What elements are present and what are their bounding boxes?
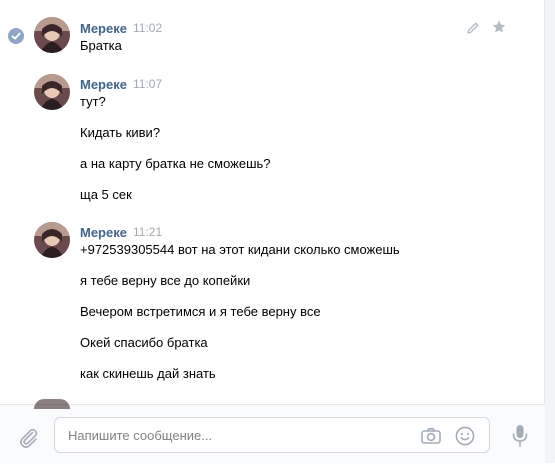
message-text: я тебе верну все до копейки <box>80 273 251 288</box>
message-text: как скинешь дай знать <box>80 366 216 381</box>
message-text: Братка <box>80 38 122 53</box>
message-text: Окей спасибо братка <box>80 335 208 350</box>
message-history: Мереке 11:02 Братка Мереке 11:07 тут? Ки… <box>0 0 545 404</box>
author-name[interactable]: Мереке <box>80 225 127 240</box>
camera-icon[interactable] <box>420 425 442 447</box>
paperclip-icon[interactable] <box>16 425 40 449</box>
chat-scrollbar-track[interactable] <box>544 0 555 463</box>
author-name[interactable]: Мереке <box>80 77 127 92</box>
message-text: а на карту братка не сможешь? <box>80 156 271 171</box>
message-text: ща 5 сек <box>80 187 132 202</box>
message-time[interactable]: 11:21 <box>133 225 162 239</box>
avatar <box>34 399 70 409</box>
microphone-icon[interactable] <box>510 423 530 449</box>
message-time[interactable]: 11:02 <box>133 21 162 35</box>
read-check-icon[interactable] <box>8 28 24 44</box>
message-text: +972539305544 вот на этот кидани сколько… <box>80 242 400 257</box>
star-icon[interactable] <box>491 19 507 35</box>
author-name[interactable]: Мереке <box>80 21 127 36</box>
avatar[interactable] <box>34 74 70 110</box>
message-time[interactable]: 11:07 <box>133 77 162 91</box>
pencil-icon[interactable] <box>465 20 481 36</box>
avatar[interactable] <box>34 222 70 258</box>
avatar[interactable] <box>34 17 70 53</box>
message-input-placeholder: Напишите сообщение... <box>68 428 213 443</box>
smile-icon[interactable] <box>454 425 476 447</box>
message-text: тут? <box>80 94 106 109</box>
message-text: Вечером встретимся и я тебе верну все <box>80 304 321 319</box>
message-text: Кидать киви? <box>80 125 161 140</box>
